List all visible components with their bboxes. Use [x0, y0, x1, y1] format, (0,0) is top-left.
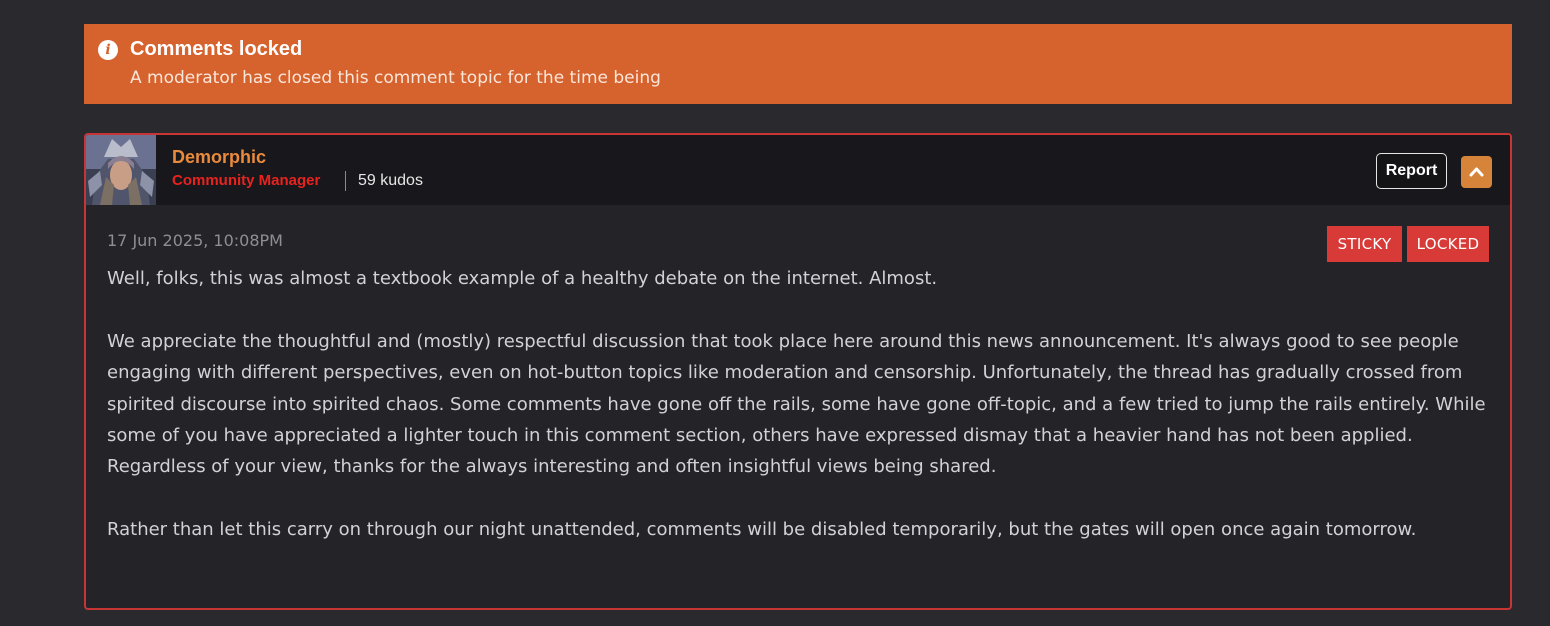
info-icon: i [98, 40, 118, 60]
comment-card: Demorphic Community Manager 59 kudos Rep… [84, 133, 1512, 610]
author-role: Community Manager [172, 172, 321, 189]
report-button[interactable]: Report [1376, 153, 1447, 189]
sticky-badge: STICKY [1327, 226, 1402, 262]
meta-divider [345, 171, 346, 191]
banner-title: Comments locked [130, 38, 303, 60]
comment-paragraph: Well, folks, this was almost a textbook … [107, 268, 938, 289]
banner-subtitle: A moderator has closed this comment topi… [130, 68, 661, 88]
comment-body: Well, folks, this was almost a textbook … [107, 263, 1492, 577]
comment-paragraph: Rather than let this carry on through ou… [107, 519, 1417, 541]
kudos-count: 59 kudos [358, 172, 423, 189]
comment-header: Demorphic Community Manager 59 kudos Rep… [86, 135, 1510, 205]
chevron-up-icon [1469, 167, 1484, 177]
comment-timestamp: 17 Jun 2025, 10:08PM [107, 231, 283, 250]
locked-badge: LOCKED [1407, 226, 1489, 262]
author-name[interactable]: Demorphic [172, 147, 266, 168]
collapse-button[interactable] [1461, 156, 1492, 188]
avatar[interactable] [86, 135, 156, 205]
comments-locked-banner: i Comments locked A moderator has closed… [84, 24, 1512, 104]
comment-paragraph: We appreciate the thoughtful and (mostly… [107, 330, 1486, 478]
